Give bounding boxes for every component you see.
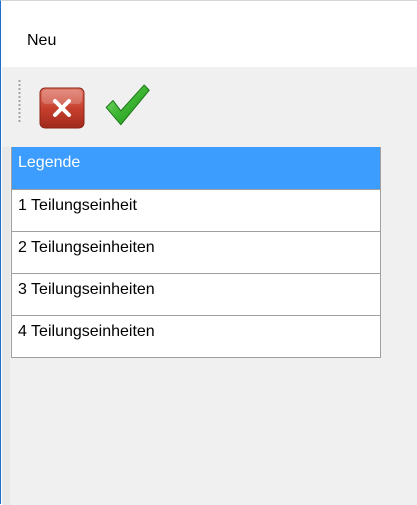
checkmark-icon: [105, 84, 150, 126]
confirm-button[interactable]: [101, 79, 151, 129]
legend-grid[interactable]: Legende 1 Teilungseinheit 2 Teilungseinh…: [11, 147, 381, 358]
grid-header-legende[interactable]: Legende: [12, 147, 380, 189]
close-icon: [39, 87, 85, 129]
window-title: Neu: [27, 32, 57, 49]
content-left-margin: [2, 147, 10, 505]
toolbar-grip-icon[interactable]: [18, 79, 21, 123]
dialog-window: Neu Legende 1 Teilungseinheit 2 Teilungs…: [0, 0, 417, 505]
grid-row[interactable]: 4 Teilungseinheiten: [12, 315, 380, 357]
grid-row[interactable]: 1 Teilungseinheit: [12, 189, 380, 231]
grid-row[interactable]: 3 Teilungseinheiten: [12, 273, 380, 315]
title-bar: Neu: [2, 2, 417, 66]
cancel-button[interactable]: [37, 83, 87, 133]
grid-row[interactable]: 2 Teilungseinheiten: [12, 231, 380, 273]
